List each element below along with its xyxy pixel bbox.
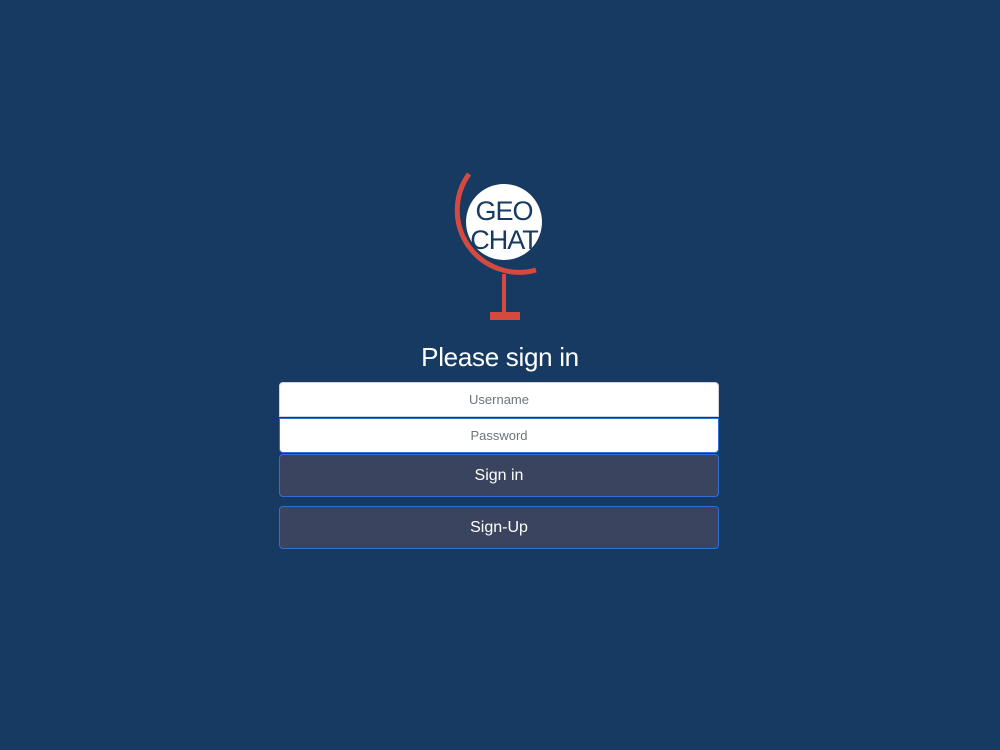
signin-form: Sign in Sign-Up (279, 382, 719, 549)
username-input[interactable] (279, 382, 719, 417)
password-input[interactable] (279, 418, 719, 453)
logo-text-geo: GEO (475, 196, 532, 226)
signup-button[interactable]: Sign-Up (279, 506, 719, 549)
page-title: Please sign in (421, 342, 579, 372)
globe-icon: GEO CHAT (454, 172, 542, 320)
signin-button[interactable]: Sign in (279, 454, 719, 497)
geochat-logo: GEO CHAT (454, 166, 550, 326)
logo-text-chat: CHAT (470, 225, 538, 255)
login-page: GEO CHAT Please sign in Sign in Sign-Up (0, 0, 1000, 750)
